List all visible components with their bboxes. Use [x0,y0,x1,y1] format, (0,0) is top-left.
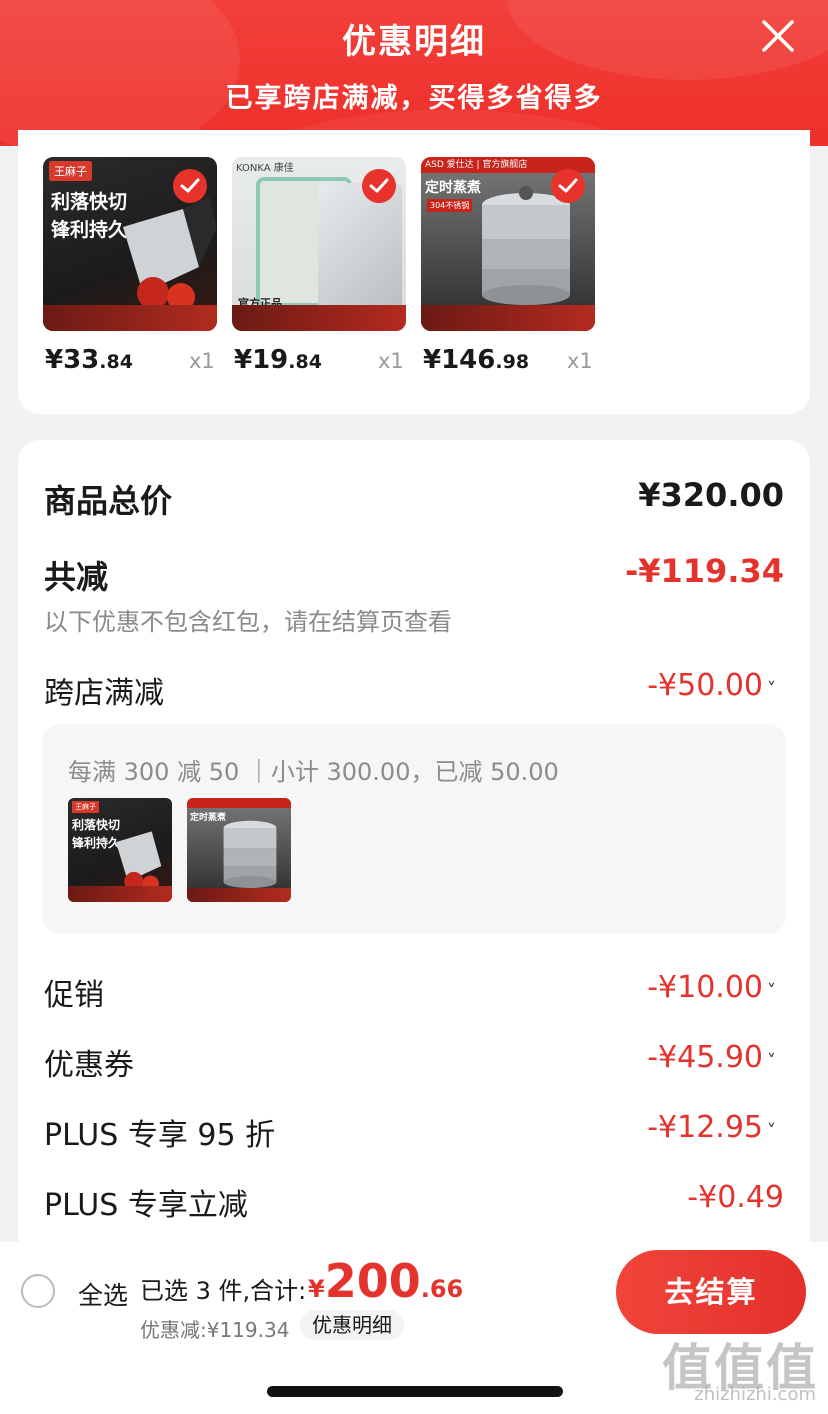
chevron-down-icon: ˅ [767,1051,776,1072]
product-price: ¥146.98 [423,345,530,375]
brand-tag: 王麻子 [72,801,99,813]
select-all-label[interactable]: 全选 [78,1276,128,1312]
coupon-label: 优惠券 [44,1048,134,1083]
cross-store-rule: 每满 300 减 50 ｜小计 300.00，已减 50.00 [68,758,559,786]
plus-instant-label: PLUS 专享立减 [44,1188,248,1223]
select-all-radio[interactable] [21,1274,55,1308]
total-reduce-label: 共减 [44,558,109,596]
header: 优惠明细 已享跨店满减，买得多省得多 [0,0,828,146]
product-quantity: x1 [189,349,215,373]
pot-graphic [223,820,277,888]
image-banner [421,305,595,331]
knife-graphic [123,197,217,307]
knife-graphic [115,831,162,890]
plus-95-value: -¥12.95 ˅ [647,1110,776,1145]
selected-check-icon[interactable] [173,169,207,203]
discount-summary-card: 商品总价 ¥320.00 共减 -¥119.34 以下优惠不包含红包，请在结算页… [18,440,810,1260]
page-subtitle: 已享跨店满减，买得多省得多 [225,83,603,114]
reduce-note: 以下优惠不包含红包，请在结算页查看 [44,608,452,636]
image-banner [43,305,217,331]
product-item-steamer[interactable]: ASD 爱仕达 | 官方旗舰店 定时蒸煮 304不锈钢 ¥146.98 x1 [421,157,595,375]
product-quantity: x1 [567,349,593,373]
brand-tag [187,798,291,808]
total-price-row: 商品总价 ¥320.00 [44,476,784,522]
close-button[interactable] [758,16,798,56]
detail-product-thumb[interactable]: 王麻子 利落快切 锋利持久 [68,798,172,902]
detail-product-thumb[interactable]: 定时蒸煮 [187,798,291,902]
product-quantity: x1 [378,349,404,373]
board-graphic [318,183,402,311]
brand-tag: KONKA 康佳 [236,163,294,174]
image-banner [187,888,291,902]
selected-check-icon[interactable] [551,169,585,203]
cross-store-label: 跨店满减 [44,676,164,711]
total-price-value: ¥320.00 [638,476,784,514]
image-banner [232,305,406,331]
cross-store-value: -¥50.00 ˅ [647,668,776,703]
selected-count: 已选 3 件,合计: [140,1277,307,1305]
coupon-row[interactable]: 优惠券 -¥45.90 ˅ [44,1040,784,1084]
product-list-card: 王麻子 利落快切 锋利持久 ¥33.84 x1 KONKA 康佳 官方正品 ¥1… [18,130,810,414]
total-reduce-value: -¥119.34 [624,552,784,590]
selected-check-icon[interactable] [362,169,396,203]
close-icon [762,20,794,52]
product-price: ¥19.84 [234,345,322,375]
coupon-value: -¥45.90 ˅ [647,1040,776,1075]
promo-label: 促销 [44,978,104,1013]
total-price-label: 商品总价 [44,482,173,520]
brand-tag: 王麻子 [49,161,92,181]
promo-value: -¥10.00 ˅ [647,970,776,1005]
plus-95-label: PLUS 专享 95 折 [44,1118,276,1153]
watermark-url: zhizhizhi.com [694,1384,816,1405]
chevron-down-icon: ˅ [767,981,776,1002]
total-amount: ¥200.66 [308,1254,464,1308]
product-item-knife[interactable]: 王麻子 利落快切 锋利持久 ¥33.84 x1 [43,157,217,375]
page-title: 优惠明细 [342,22,486,62]
plus-instant-value: -¥0.49 [687,1180,784,1215]
plus-instant-row: PLUS 专享立减 -¥0.49 [44,1180,784,1224]
product-item-cutting-board[interactable]: KONKA 康佳 官方正品 ¥19.84 x1 [232,157,406,375]
image-banner [68,886,172,902]
product-price: ¥33.84 [45,345,133,375]
pot-graphic [482,186,570,305]
promo-row[interactable]: 促销 -¥10.00 ˅ [44,970,784,1014]
plus-95-row[interactable]: PLUS 专享 95 折 -¥12.95 ˅ [44,1110,784,1154]
reduce-amount: 优惠减:¥119.34 [140,1318,290,1342]
checkout-button[interactable]: 去结算 [616,1250,806,1334]
cross-store-row[interactable]: 跨店满减 -¥50.00 ˅ [44,668,784,712]
home-indicator[interactable] [267,1386,563,1397]
total-reduce-row: 共减 -¥119.34 [44,552,784,598]
cross-store-detail-panel: 每满 300 减 50 ｜小计 300.00，已减 50.00 王麻子 利落快切… [42,724,786,934]
discount-detail-button[interactable]: 优惠明细 [300,1310,404,1340]
chevron-down-icon: ˅ [767,1121,776,1142]
chevron-down-icon: ˅ [767,679,776,700]
